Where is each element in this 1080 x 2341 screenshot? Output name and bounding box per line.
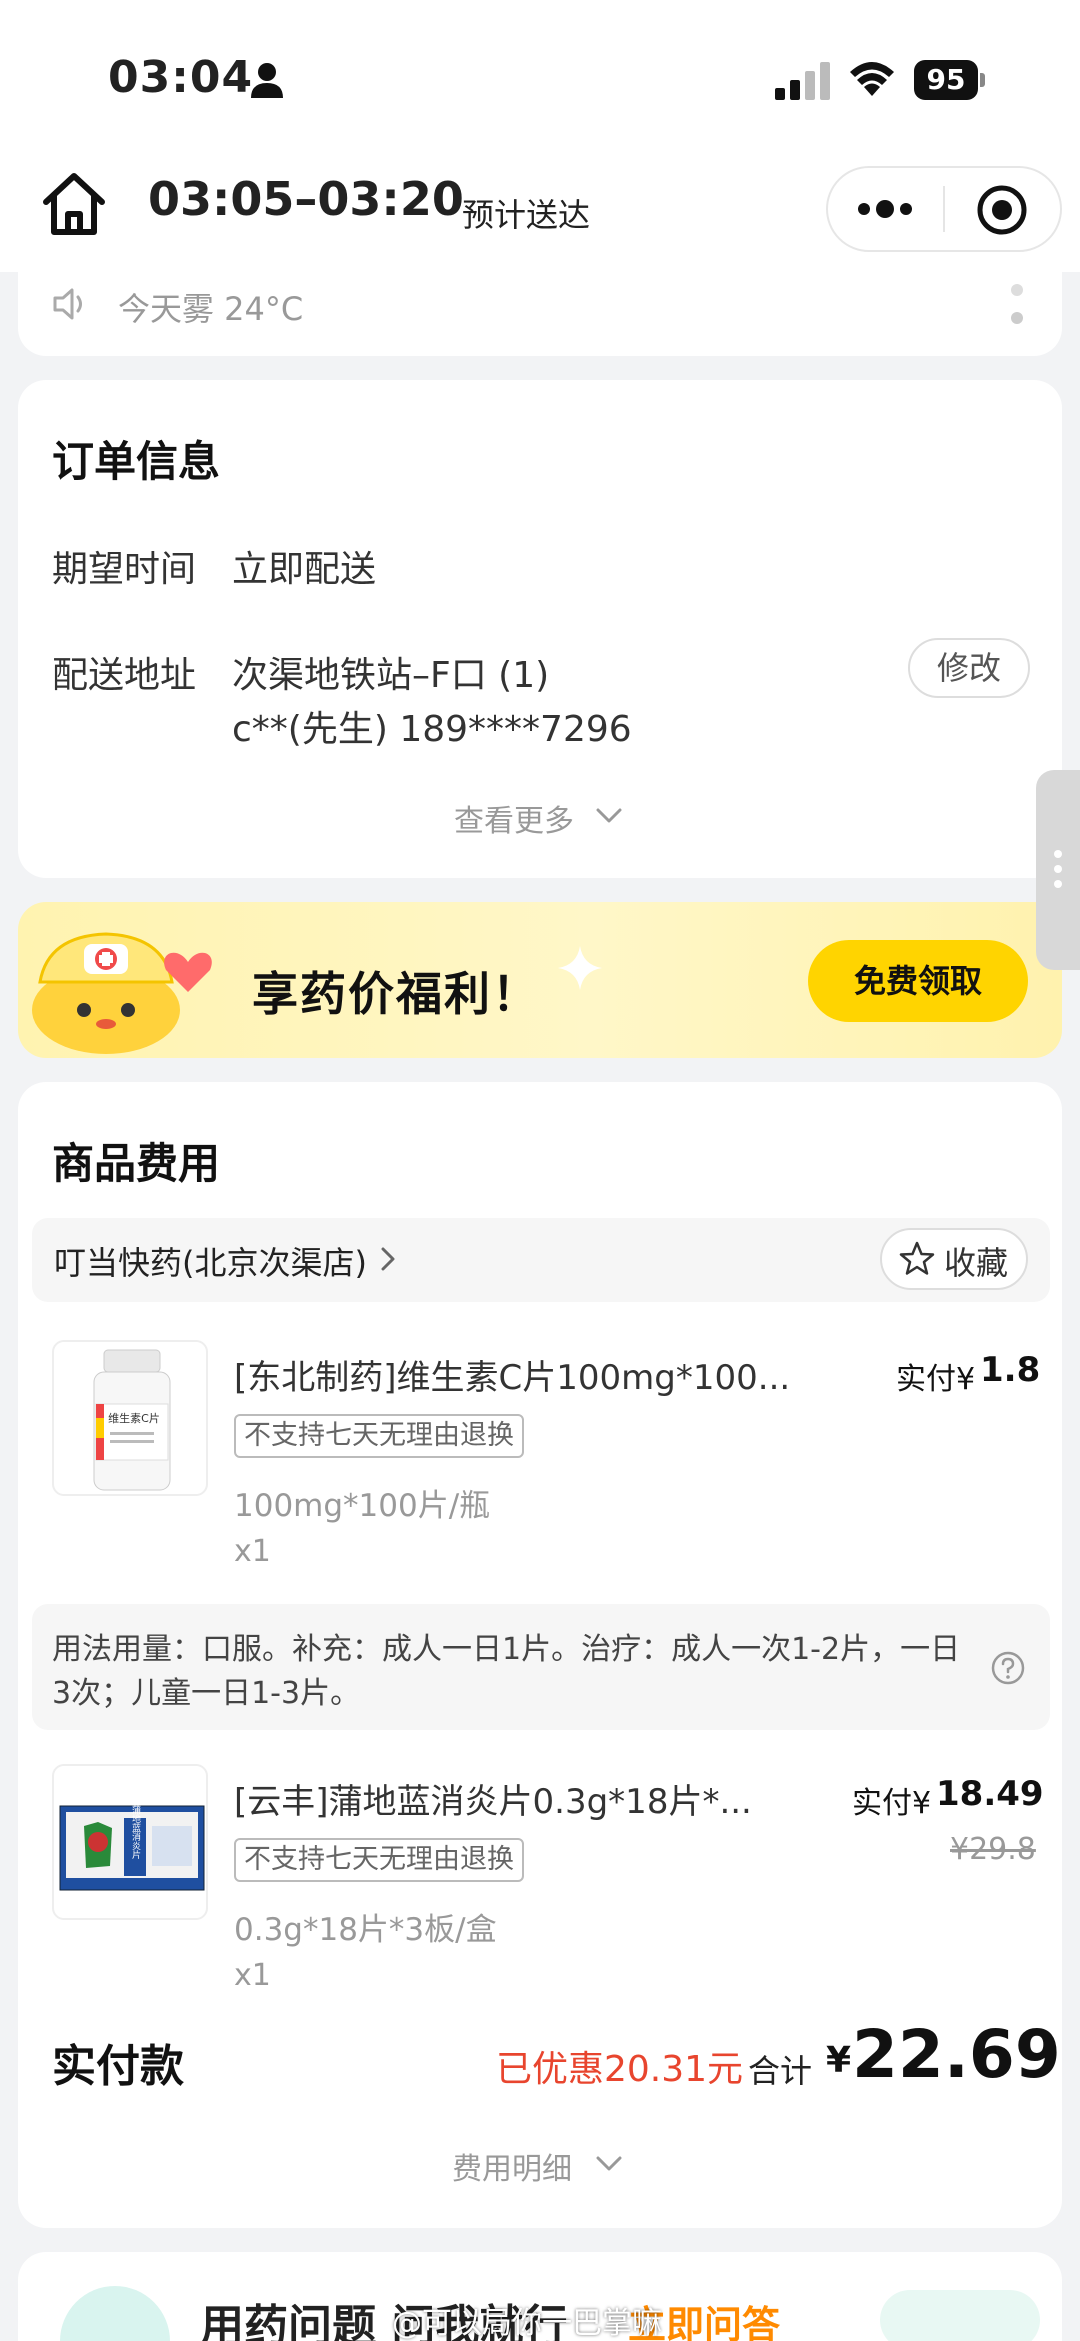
battery-level: 95 — [914, 60, 978, 100]
wifi-icon — [850, 62, 894, 96]
edit-address-button[interactable]: 修改 — [908, 638, 1030, 698]
original-price: ¥29.8 — [950, 1832, 1036, 1867]
pill-mascot-icon — [32, 932, 212, 1054]
favorite-label: 收藏 — [944, 1244, 1009, 1282]
sum-label: 合计 — [748, 2052, 813, 2090]
thumbnail-label: 蒲地蓝消炎片 — [130, 1804, 141, 1860]
claim-free-button[interactable]: 免费领取 — [808, 940, 1028, 1022]
product-thumbnail[interactable]: 维生素C片 — [52, 1340, 208, 1496]
product-name[interactable]: [云丰]蒲地蓝消炎片0.3g*18片*... — [234, 1774, 834, 1823]
paid-amount: 1.8 — [980, 1350, 1041, 1390]
total-amount: 22.69 — [852, 2016, 1061, 2093]
weather-text: 今天雾 24°C — [118, 290, 304, 328]
usage-text: 用法用量：口服。补充：成人一日1片。治疗：成人一次1-2片，一日3次；儿童一日1… — [52, 1632, 961, 1711]
person-icon — [251, 63, 283, 98]
store-name[interactable]: 叮当快药(北京次渠店) — [54, 1238, 367, 1284]
eta-time: 03:05–03:20 — [148, 172, 464, 226]
product-qty: x1 — [234, 1534, 271, 1569]
star-icon — [899, 1241, 935, 1275]
expected-time-value: 立即配送 — [232, 549, 377, 590]
address-line-2: c**(先生) 189****7296 — [232, 709, 632, 750]
help-icon[interactable] — [990, 1650, 1026, 1686]
address-line-1: 次渠地铁站–F口 (1) — [232, 655, 550, 696]
thumbnail-label: 维生素C片 — [108, 1411, 160, 1425]
product-thumbnail[interactable]: 蒲地蓝消炎片 — [52, 1764, 208, 1920]
paid-label: 实付¥ — [852, 1786, 932, 1821]
vitamin-bottle-image: 维生素C片 — [93, 1349, 171, 1491]
paid-label: 实付¥ — [896, 1362, 976, 1397]
address-label: 配送地址 — [52, 655, 197, 696]
home-icon[interactable] — [40, 170, 108, 238]
product-qty: x1 — [234, 1958, 271, 1993]
paid-amount: 18.49 — [936, 1774, 1044, 1814]
no-return-tag: 不支持七天无理由退换 — [234, 1838, 524, 1882]
capsule-divider — [943, 186, 945, 232]
speaker-icon — [53, 288, 82, 320]
currency-symbol: ¥ — [826, 2040, 852, 2081]
battery-tip — [980, 73, 985, 87]
sparkle-icon — [558, 946, 602, 990]
battery-icon: 95 — [914, 60, 985, 100]
product-spec: 100mg*100片/瓶 — [234, 1488, 491, 1524]
product-name[interactable]: [东北制药]维生素C片100mg*100... — [234, 1350, 834, 1399]
promo-title: 享药价福利！ — [252, 967, 540, 1021]
eta-label: 预计送达 — [462, 196, 591, 234]
chevron-down-icon — [596, 808, 622, 823]
goods-fee-title: 商品费用 — [52, 1139, 221, 1188]
expected-time-label: 期望时间 — [52, 549, 197, 590]
scroll-indicator-icon — [1011, 284, 1023, 324]
fee-detail-link[interactable]: 费用明细 — [452, 2144, 572, 2188]
no-return-tag: 不支持七天无理由退换 — [234, 1414, 524, 1458]
close-miniprogram-icon[interactable] — [976, 184, 1028, 236]
cellular-signal-icon — [775, 62, 830, 100]
order-info-title: 订单信息 — [52, 437, 221, 486]
medicine-box-image: 蒲地蓝消炎片 — [59, 1804, 205, 1891]
product-spec: 0.3g*18片*3板/盒 — [234, 1912, 497, 1948]
discount-text: 已优惠20.31元 — [496, 2049, 744, 2090]
ask-button[interactable] — [880, 2290, 1040, 2341]
status-time: 03:04 — [108, 52, 254, 103]
chevron-right-icon — [381, 1247, 395, 1271]
watermark: @可以局你一巴掌嘛 — [392, 2306, 662, 2341]
total-paid-label: 实付款 — [52, 2041, 184, 2092]
more-icon[interactable] — [856, 196, 914, 222]
drag-handle-icon — [1054, 850, 1062, 888]
chevron-down-icon — [596, 2156, 622, 2171]
view-more-link[interactable]: 查看更多 — [454, 796, 574, 840]
